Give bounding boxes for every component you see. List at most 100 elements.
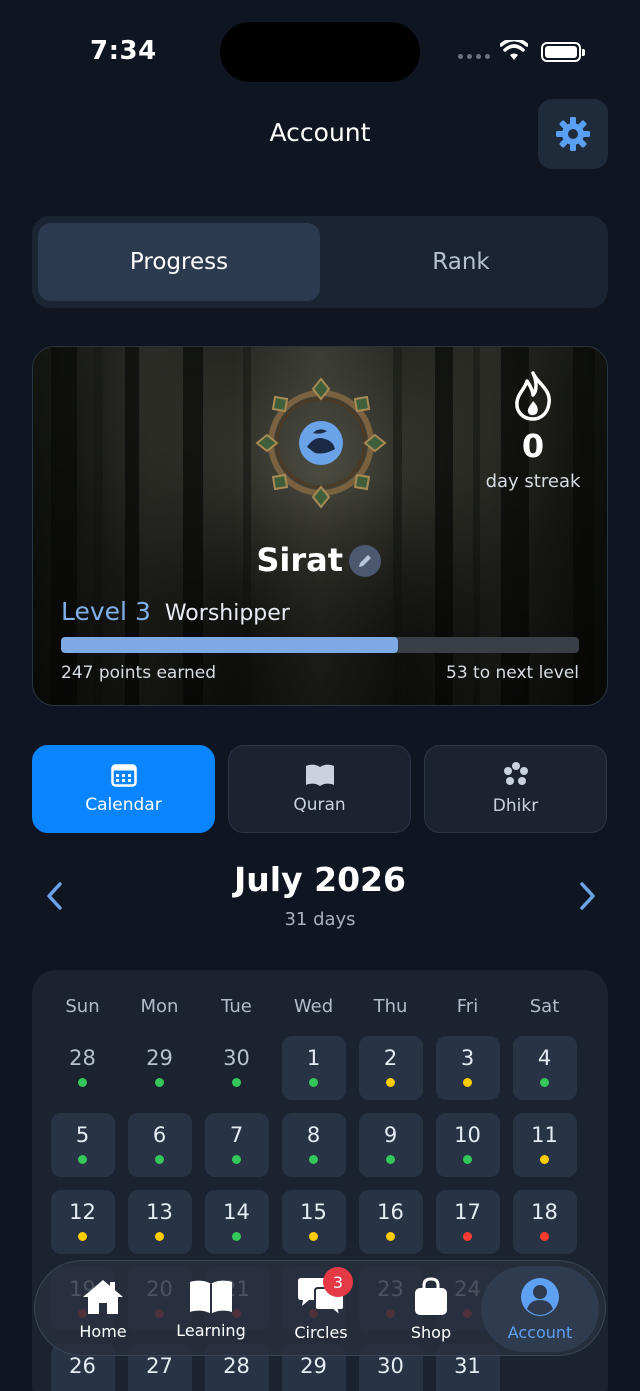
segment-progress[interactable]: Progress — [38, 223, 320, 301]
status-dot — [232, 1232, 241, 1241]
shopping-bag-icon — [415, 1276, 447, 1315]
month-title: July 2026 — [234, 860, 406, 899]
progress-rank-segment: Progress Rank — [32, 216, 608, 308]
status-dot — [232, 1155, 241, 1164]
tab-learning[interactable]: Learning — [155, 1261, 267, 1357]
calendar-day-number: 7 — [229, 1123, 244, 1147]
weekday-label: Sat — [529, 996, 560, 1017]
weekday-label: Thu — [373, 996, 408, 1017]
calendar-day-number: 28 — [223, 1354, 250, 1378]
flame-icon — [515, 371, 551, 421]
status-dot — [463, 1078, 472, 1087]
calendar-day[interactable]: 1 — [281, 1036, 346, 1100]
calendar-day[interactable]: 17 — [435, 1190, 500, 1254]
calendar-day[interactable]: 8 — [281, 1113, 346, 1177]
status-dot — [540, 1078, 549, 1087]
calendar-day[interactable]: 30 — [205, 1036, 269, 1100]
calendar-icon — [110, 764, 137, 787]
segment-rank[interactable]: Rank — [320, 223, 602, 301]
calendar-day-number: 29 — [300, 1354, 327, 1378]
view-tab-dhikr[interactable]: Dhikr — [424, 745, 607, 833]
status-dot — [386, 1155, 395, 1164]
status-dot — [540, 1155, 549, 1164]
calendar-day-number: 18 — [531, 1200, 558, 1224]
dynamic-island — [220, 22, 420, 82]
calendar-day-number: 12 — [69, 1200, 96, 1224]
view-tab-calendar[interactable]: Calendar — [32, 745, 215, 833]
status-dot — [463, 1232, 472, 1241]
calendar-day[interactable]: 28 — [51, 1036, 115, 1100]
tab-label: Shop — [410, 1322, 452, 1342]
tab-shop[interactable]: Shop — [375, 1261, 487, 1357]
calendar-day[interactable]: 3 — [435, 1036, 500, 1100]
calendar-day[interactable]: 7 — [204, 1113, 269, 1177]
calendar-day[interactable]: 10 — [435, 1113, 500, 1177]
tab-account[interactable]: Account — [481, 1266, 599, 1352]
calendar-day-number: 31 — [454, 1354, 481, 1378]
calendar-day-number: 3 — [460, 1046, 475, 1070]
level-title: Worshipper — [164, 601, 290, 626]
weekday-label: Sun — [65, 996, 100, 1017]
calendar-day-number: 13 — [146, 1200, 173, 1224]
calendar-day[interactable]: 29 — [128, 1036, 192, 1100]
calendar-day-number: 10 — [454, 1123, 481, 1147]
bottom-tab-bar: Home Learning Circles 3 Shop Account — [34, 1260, 606, 1356]
status-dot — [78, 1155, 87, 1164]
calendar-day-number: 15 — [300, 1200, 327, 1224]
calendar-day[interactable]: 5 — [50, 1113, 115, 1177]
calendar-day[interactable]: 18 — [512, 1190, 577, 1254]
status-dot — [232, 1078, 241, 1087]
calendar-day-number: 11 — [531, 1123, 558, 1147]
tab-label: Learning — [176, 1320, 246, 1340]
calendar-day[interactable]: 12 — [50, 1190, 115, 1254]
tab-circles[interactable]: Circles 3 — [265, 1261, 377, 1357]
book-open-icon — [190, 1280, 232, 1314]
status-dot — [540, 1232, 549, 1241]
home-icon — [83, 1279, 123, 1314]
calendar-day[interactable]: 14 — [204, 1190, 269, 1254]
battery-icon — [541, 42, 585, 62]
profile-card: 0 day streak Sirat Level 3 Worshipper 24… — [32, 346, 608, 706]
calendar-day[interactable]: 9 — [358, 1113, 423, 1177]
status-dot — [78, 1078, 87, 1087]
notification-badge: 3 — [323, 1267, 353, 1297]
calendar-day[interactable]: 2 — [358, 1036, 423, 1100]
gear-icon — [556, 117, 590, 151]
view-tab-quran[interactable]: Quran — [228, 745, 411, 833]
calendar-day[interactable]: 4 — [512, 1036, 577, 1100]
calendar-day-number: 14 — [223, 1200, 250, 1224]
level-row: Level 3 Worshipper — [61, 597, 290, 626]
calendar-day[interactable]: 15 — [281, 1190, 346, 1254]
status-bar: 7:34 — [0, 0, 640, 90]
streak-label: day streak — [485, 471, 581, 492]
weekday-label: Tue — [221, 996, 252, 1017]
points-earned: 247 points earned — [61, 663, 217, 683]
calendar-day-number: 4 — [537, 1046, 552, 1070]
beads-icon — [503, 762, 528, 785]
next-month-button[interactable] — [572, 876, 602, 916]
calendar-day[interactable]: 11 — [512, 1113, 577, 1177]
calendar-day-number: 28 — [69, 1046, 96, 1070]
calendar-day[interactable]: 16 — [358, 1190, 423, 1254]
settings-button[interactable] — [538, 99, 608, 169]
status-dot — [78, 1232, 87, 1241]
calendar-day[interactable]: 13 — [127, 1190, 192, 1254]
profile-name: Sirat — [256, 541, 343, 579]
calendar-day-number: 27 — [146, 1354, 173, 1378]
book-icon — [305, 764, 334, 786]
edit-name-button[interactable] — [349, 545, 381, 577]
month-days-count: 31 days — [284, 909, 356, 930]
level-label: Level 3 — [61, 597, 151, 626]
person-icon — [521, 1277, 559, 1316]
weekday-label: Fri — [456, 996, 479, 1017]
status-dot — [155, 1155, 164, 1164]
calendar-day[interactable]: 6 — [127, 1113, 192, 1177]
view-tab-label: Quran — [293, 795, 346, 815]
status-dot — [386, 1078, 395, 1087]
weekday-label: Mon — [140, 996, 179, 1017]
pencil-icon — [359, 555, 371, 567]
tab-home[interactable]: Home — [47, 1261, 159, 1357]
calendar-day-number: 16 — [377, 1200, 404, 1224]
level-progress-fill — [61, 637, 398, 653]
calendar-day-number: 29 — [146, 1046, 173, 1070]
